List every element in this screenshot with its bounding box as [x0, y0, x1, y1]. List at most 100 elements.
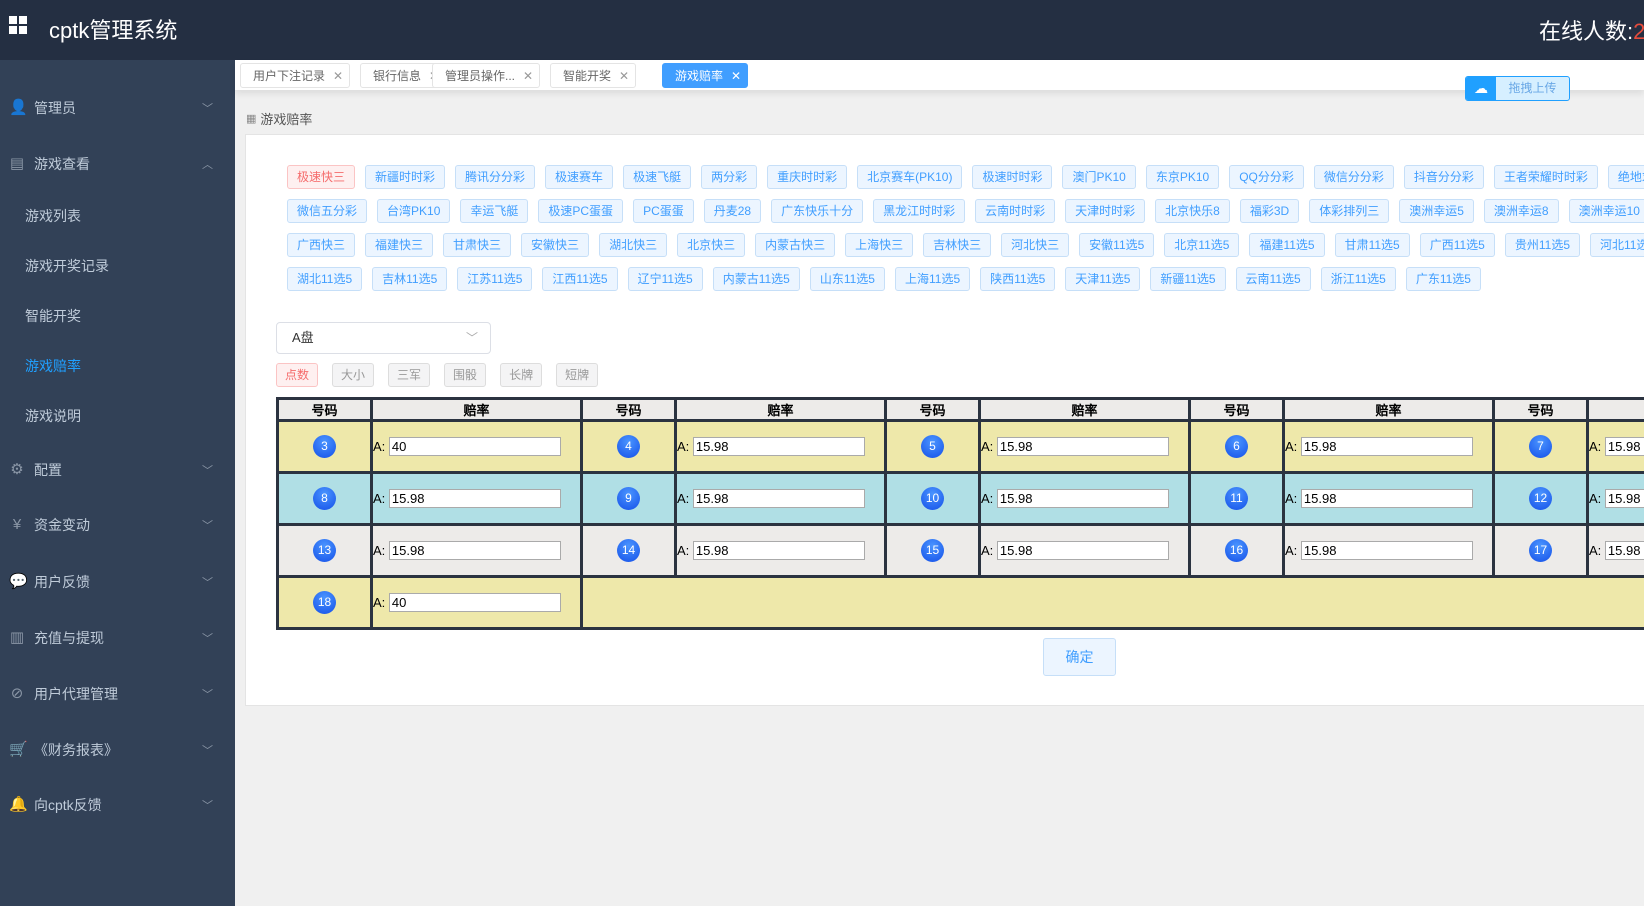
sidebar-item[interactable]: ⚙ 配置 ﹀	[0, 450, 235, 490]
game-tag[interactable]: 重庆时时彩	[767, 165, 848, 189]
game-tag[interactable]: 幸运飞艇	[460, 199, 529, 223]
game-tag[interactable]: 新疆11选5	[1150, 267, 1226, 291]
tab-item[interactable]: 智能开奖 ✕	[550, 63, 637, 88]
game-tag[interactable]: 微信五分彩	[287, 199, 368, 223]
sidebar-item[interactable]: 游戏赔率	[0, 346, 235, 386]
bet-type-tab[interactable]: 短牌	[556, 363, 599, 387]
odds-input[interactable]	[388, 489, 561, 508]
odds-input[interactable]	[692, 489, 865, 508]
game-tag[interactable]: 体彩排列三	[1309, 199, 1390, 223]
tab-item[interactable]: 管理员操作... ✕	[432, 63, 541, 88]
game-tag[interactable]: 上海11选5	[894, 267, 971, 291]
game-tag[interactable]: 微信分分彩	[1313, 165, 1394, 189]
sidebar-item[interactable]: 🔔 向cptk反馈 ﹀	[0, 785, 235, 825]
sidebar-item[interactable]: 💬 用户反馈 ﹀	[0, 562, 235, 602]
odds-input[interactable]	[996, 437, 1169, 456]
game-tag[interactable]: 天津11选5	[1065, 267, 1141, 291]
plate-select[interactable]: A盘 ﹀	[276, 322, 491, 354]
game-tag[interactable]: 腾讯分分彩	[455, 165, 536, 189]
drag-upload-button[interactable]: ☁ 拖拽上传	[1465, 76, 1570, 101]
game-tag[interactable]: 澳洲幸运10	[1568, 199, 1644, 223]
game-tag[interactable]: 辽宁11选5	[627, 267, 703, 291]
game-tag[interactable]: 天津时时彩	[1065, 199, 1146, 223]
game-tag[interactable]: 王者荣耀时时彩	[1493, 165, 1598, 189]
bet-type-tab[interactable]: 长牌	[500, 363, 543, 387]
odds-input[interactable]	[692, 541, 865, 560]
confirm-button[interactable]: 确定	[1043, 638, 1116, 676]
game-tag[interactable]: 极速时时彩	[972, 165, 1053, 189]
tab-item[interactable]: 用户下注记录 ✕	[240, 63, 351, 88]
game-tag[interactable]: 广东快乐十分	[771, 199, 864, 223]
app-grid-icon[interactable]	[9, 16, 27, 34]
sidebar-item[interactable]: ▤ 游戏查看 ︿	[0, 144, 235, 184]
game-tag[interactable]: 江苏11选5	[457, 267, 533, 291]
game-tag[interactable]: 抖音分分彩	[1403, 165, 1484, 189]
sidebar-item[interactable]: 🛒 《财务报表》 ﹀	[0, 730, 235, 770]
game-tag[interactable]: 上海快三	[845, 233, 914, 257]
close-icon[interactable]: ✕	[333, 69, 343, 83]
game-tag[interactable]: 广东11选5	[1405, 267, 1481, 291]
game-tag[interactable]: 北京11选5	[1164, 233, 1240, 257]
odds-input[interactable]	[388, 437, 561, 456]
game-tag[interactable]: 澳洲幸运8	[1483, 199, 1559, 223]
sidebar-item[interactable]: 游戏开奖记录	[0, 246, 235, 286]
sidebar-item[interactable]: ⊘ 用户代理管理 ﹀	[0, 674, 235, 714]
game-tag[interactable]: 河北快三	[1001, 233, 1070, 257]
game-tag[interactable]: 安徽快三	[521, 233, 590, 257]
bet-type-tab[interactable]: 点数	[276, 363, 319, 387]
game-tag[interactable]: 绝地求生时	[1607, 165, 1644, 189]
sidebar-item[interactable]: 游戏列表	[0, 196, 235, 236]
tab-item[interactable]: 游戏赔率 ✕	[662, 63, 749, 88]
game-tag[interactable]: 北京赛车(PK10)	[857, 165, 963, 189]
game-tag[interactable]: 吉林快三	[923, 233, 992, 257]
game-tag[interactable]: 安徽11选5	[1079, 233, 1155, 257]
game-tag[interactable]: 贵州11选5	[1504, 233, 1580, 257]
bet-type-tab[interactable]: 三军	[388, 363, 431, 387]
game-tag[interactable]: 湖北快三	[599, 233, 668, 257]
game-tag[interactable]: QQ分分彩	[1229, 165, 1304, 189]
game-tag[interactable]: 河北11选5	[1590, 233, 1644, 257]
sidebar-item[interactable]: 👤 管理员 ﹀	[0, 88, 235, 128]
game-tag[interactable]: PC蛋蛋	[633, 199, 694, 223]
sidebar-item[interactable]: 游戏说明	[0, 396, 235, 436]
game-tag[interactable]: 北京快乐8	[1155, 199, 1230, 223]
game-tag[interactable]: 内蒙古快三	[755, 233, 836, 257]
game-tag[interactable]: 广西11选5	[1419, 233, 1495, 257]
game-tag[interactable]: 黑龙江时时彩	[873, 199, 966, 223]
game-tag[interactable]: 浙江11选5	[1320, 267, 1396, 291]
odds-input[interactable]	[1604, 437, 1644, 456]
game-tag[interactable]: 山东11选5	[809, 267, 885, 291]
game-tag[interactable]: 极速PC蛋蛋	[538, 199, 624, 223]
odds-input[interactable]	[996, 541, 1169, 560]
sidebar-item[interactable]: 智能开奖	[0, 296, 235, 336]
bet-type-tab[interactable]: 围骰	[444, 363, 487, 387]
game-tag[interactable]: 北京快三	[677, 233, 746, 257]
game-tag[interactable]: 极速快三	[287, 165, 356, 189]
game-tag[interactable]: 极速赛车	[545, 165, 614, 189]
game-tag[interactable]: 云南11选5	[1235, 267, 1311, 291]
odds-input[interactable]	[1604, 541, 1644, 560]
game-tag[interactable]: 新疆时时彩	[365, 165, 446, 189]
game-tag[interactable]: 澳门PK10	[1062, 165, 1136, 189]
game-tag[interactable]: 两分彩	[701, 165, 758, 189]
odds-input[interactable]	[1300, 437, 1473, 456]
close-icon[interactable]: ✕	[619, 69, 629, 83]
game-tag[interactable]: 陕西11选5	[980, 267, 1056, 291]
odds-input[interactable]	[692, 437, 865, 456]
game-tag[interactable]: 丹麦28	[703, 199, 762, 223]
game-tag[interactable]: 澳洲幸运5	[1399, 199, 1474, 223]
game-tag[interactable]: 福建11选5	[1249, 233, 1325, 257]
game-tag[interactable]: 内蒙古11选5	[712, 267, 800, 291]
sidebar-item[interactable]: ¥ 资金变动 ﹀	[0, 505, 235, 545]
game-tag[interactable]: 东京PK10	[1145, 165, 1220, 189]
game-tag[interactable]: 甘肃11选5	[1334, 233, 1410, 257]
close-icon[interactable]: ✕	[523, 69, 533, 83]
game-tag[interactable]: 湖北11选5	[287, 267, 363, 291]
odds-input[interactable]	[996, 489, 1169, 508]
game-tag[interactable]: 甘肃快三	[443, 233, 512, 257]
game-tag[interactable]: 吉林11选5	[372, 267, 448, 291]
game-tag[interactable]: 福彩3D	[1239, 199, 1300, 223]
odds-input[interactable]	[1604, 489, 1644, 508]
odds-input[interactable]	[388, 541, 561, 560]
odds-input[interactable]	[388, 593, 561, 612]
